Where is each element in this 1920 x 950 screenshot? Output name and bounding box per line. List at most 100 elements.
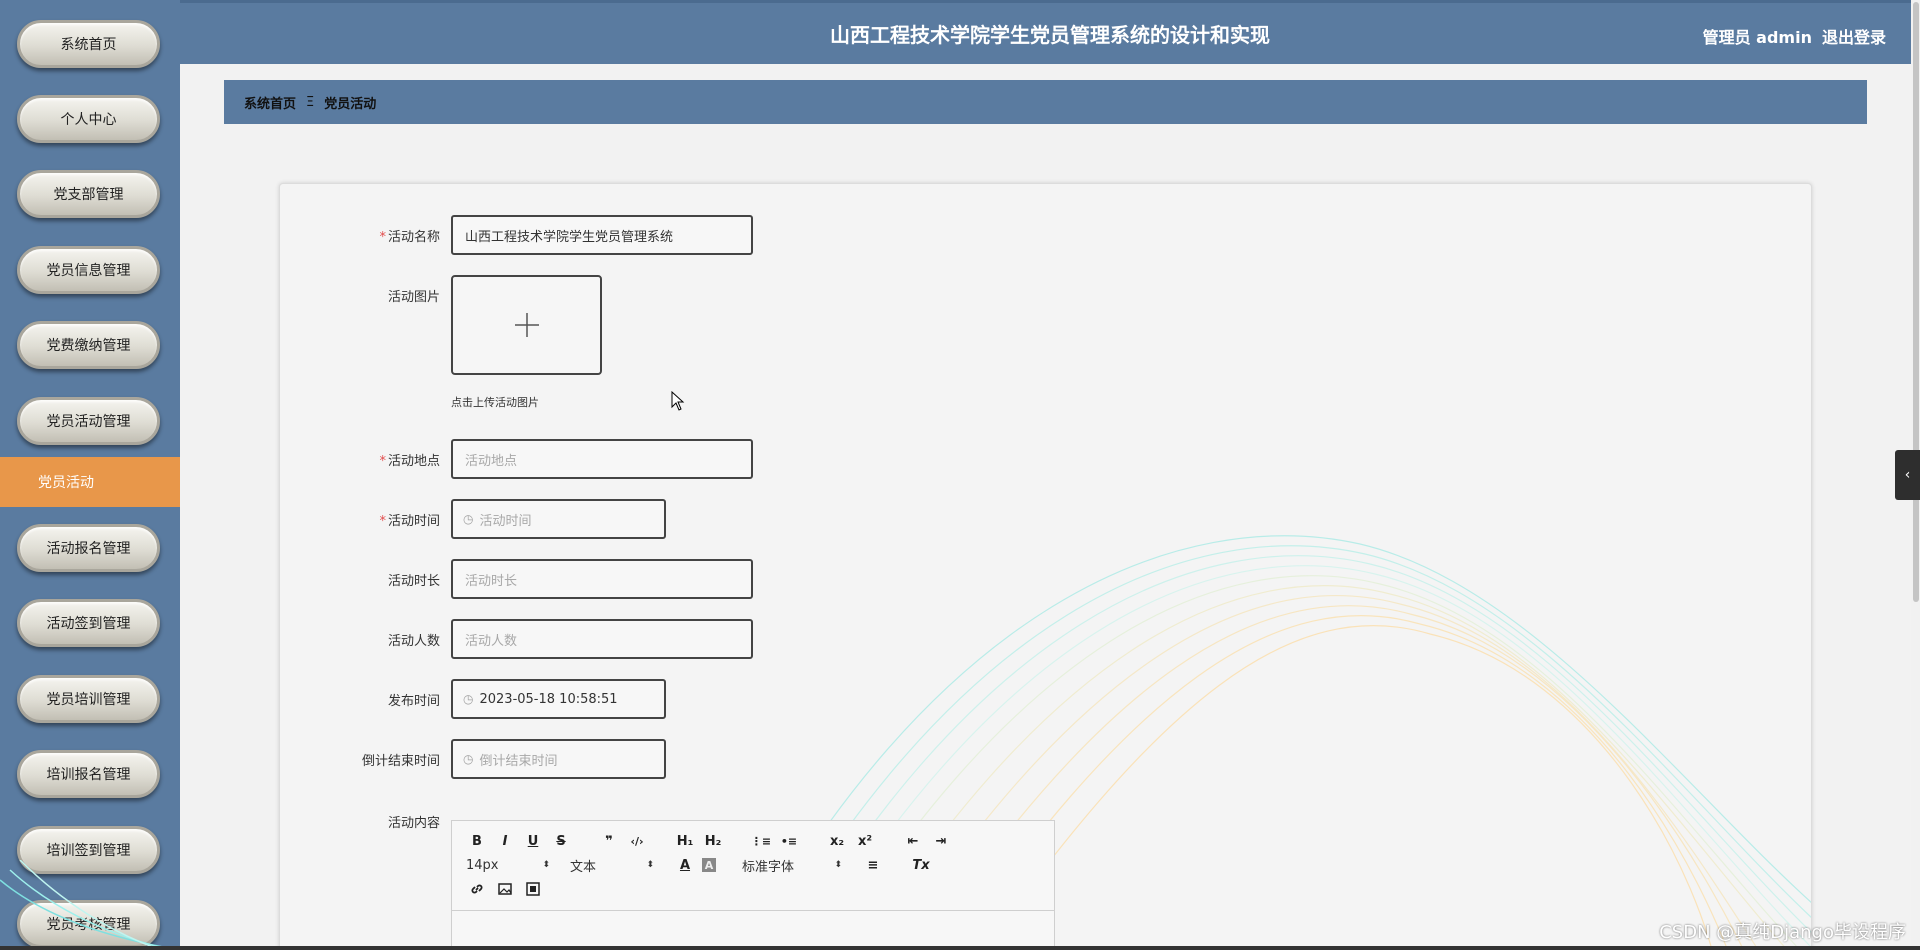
location-placeholder: 活动地点 — [465, 453, 518, 469]
strike-button[interactable]: S — [550, 830, 572, 852]
required-mark: * — [379, 454, 386, 469]
align-button[interactable]: ≡ — [862, 854, 884, 876]
logout-link[interactable]: 退出登录 — [1822, 24, 1886, 48]
sidebar-item-training-signup[interactable]: 培训报名管理 — [17, 750, 160, 798]
header2-button[interactable]: H₂ — [702, 830, 724, 852]
duration-input[interactable]: 活动时长 — [451, 559, 753, 599]
block-type-value: 文本 — [570, 859, 597, 875]
ordered-list-button[interactable]: ⋮≡ — [750, 830, 772, 852]
clock-icon: ◷ — [463, 752, 474, 766]
breadcrumb-separator: Ξ — [306, 94, 315, 110]
sidebar-item-label: 党支部管理 — [53, 187, 124, 203]
sidebar-item-label: 党员培训管理 — [46, 692, 131, 708]
font-size-select[interactable]: 14px ⬍ — [466, 858, 550, 873]
font-family-select[interactable]: 标准字体 ⬍ — [742, 856, 842, 875]
publish-time-value: 2023-05-18 10:58:51 — [479, 691, 618, 707]
breadcrumb-home[interactable]: 系统首页 — [244, 93, 296, 112]
user-info: 管理员 admin 退出登录 — [1703, 24, 1886, 48]
publish-time-picker[interactable]: ◷ 2023-05-18 10:58:51 — [451, 679, 666, 719]
countdown-end-picker[interactable]: ◷ 倒计结束时间 — [451, 739, 666, 779]
sidebar: 系统首页 个人中心 党支部管理 党员信息管理 党费缴纳管理 党员活动管理 党员活… — [0, 0, 180, 950]
sidebar-item-label: 个人中心 — [60, 112, 117, 128]
sidebar-item-member-info[interactable]: 党员信息管理 — [17, 246, 160, 294]
font-family-value: 标准字体 — [742, 859, 795, 875]
italic-button[interactable]: I — [494, 830, 516, 852]
block-type-select[interactable]: 文本 ⬍ — [570, 856, 654, 875]
bold-button[interactable]: B — [466, 830, 488, 852]
chevron-left-icon: ‹ — [1904, 467, 1911, 483]
subscript-button[interactable]: x₂ — [826, 830, 848, 852]
app-title: 山西工程技术学院学生党员管理系统的设计和实现 — [830, 23, 1270, 47]
header1-button[interactable]: H₁ — [674, 830, 696, 852]
count-input[interactable]: 活动人数 — [451, 619, 753, 659]
blockquote-button[interactable]: ❞ — [598, 830, 620, 852]
clock-icon: ◷ — [463, 692, 474, 706]
form-card: * 活动名称 山西工程技术学院学生党员管理系统 活动图片 点击上传活动图片 * 活动… — [279, 183, 1812, 950]
clear-format-button[interactable]: Tx — [910, 854, 932, 876]
count-label: 活动人数 — [387, 634, 440, 649]
background-color-button[interactable]: A — [702, 858, 716, 872]
sidebar-item-home[interactable]: 系统首页 — [17, 20, 160, 68]
sidebar-subitem-activity[interactable]: 党员活动 — [0, 457, 180, 507]
image-upload-box[interactable] — [451, 275, 602, 375]
scrollbar-thumb[interactable] — [1913, 2, 1919, 602]
wave-decoration — [0, 860, 180, 950]
sidebar-item-label: 党费缴纳管理 — [46, 338, 131, 354]
underline-button[interactable]: U — [522, 830, 544, 852]
content-label: 活动内容 — [387, 816, 440, 831]
countdown-end-placeholder: 倒计结束时间 — [479, 753, 558, 769]
indent-button[interactable]: ⇥ — [930, 830, 952, 852]
location-label: * 活动地点 — [280, 450, 440, 469]
sidebar-item-label: 系统首页 — [60, 37, 117, 53]
link-icon[interactable] — [466, 878, 488, 900]
sidebar-item-activity-signup[interactable]: 活动报名管理 — [17, 524, 160, 572]
video-icon[interactable] — [522, 878, 544, 900]
font-color-button[interactable]: A — [674, 854, 696, 876]
watermark: CSDN @真纯Django毕设程序 — [1659, 922, 1906, 943]
sidebar-item-label: 培训报名管理 — [46, 767, 131, 783]
sidebar-item-activity-mgmt[interactable]: 党员活动管理 — [17, 397, 160, 445]
name-label-text: 活动名称 — [387, 230, 440, 245]
sidebar-item-label: 活动签到管理 — [46, 616, 131, 632]
code-block-button[interactable]: ‹/› — [626, 830, 648, 852]
breadcrumb-current: 党员活动 — [324, 96, 377, 112]
image-upload-hint: 点击上传活动图片 — [451, 396, 539, 409]
user-label: 管理员 admin — [1702, 28, 1812, 47]
required-mark: * — [379, 230, 386, 245]
rich-text-editor: B I U S ❞ ‹/› H₁ H₂ ⋮≡ •≡ x₂ x² ⇤ ⇥ 14px… — [451, 820, 1055, 950]
clock-icon: ◷ — [463, 512, 474, 526]
duration-placeholder: 活动时长 — [465, 573, 518, 589]
header-top-edge — [180, 0, 1920, 3]
select-arrows-icon: ⬍ — [646, 860, 654, 870]
sidebar-item-label: 党员活动管理 — [46, 414, 131, 430]
sidebar-item-label: 党员信息管理 — [46, 263, 131, 279]
activity-name-value: 山西工程技术学院学生党员管理系统 — [465, 229, 674, 245]
collapse-panel-button[interactable]: ‹ — [1895, 450, 1920, 500]
image-icon[interactable] — [494, 878, 516, 900]
editor-toolbar: B I U S ❞ ‹/› H₁ H₂ ⋮≡ •≡ x₂ x² ⇤ ⇥ 14px… — [452, 821, 1054, 911]
count-placeholder: 活动人数 — [465, 633, 518, 649]
sidebar-item-label: 培训签到管理 — [46, 843, 131, 859]
countdown-end-label: 倒计结束时间 — [361, 754, 440, 769]
location-input[interactable]: 活动地点 — [451, 439, 753, 479]
activity-time-picker[interactable]: ◷ 活动时间 — [451, 499, 666, 539]
sidebar-item-dues[interactable]: 党费缴纳管理 — [17, 321, 160, 369]
select-arrows-icon: ⬍ — [834, 860, 842, 870]
required-mark: * — [379, 514, 386, 529]
superscript-button[interactable]: x² — [854, 830, 876, 852]
sidebar-item-personal-center[interactable]: 个人中心 — [17, 95, 160, 143]
bullet-list-button[interactable]: •≡ — [778, 830, 800, 852]
sidebar-item-label: 活动报名管理 — [46, 541, 131, 557]
duration-label: 活动时长 — [387, 574, 440, 589]
sidebar-item-training[interactable]: 党员培训管理 — [17, 675, 160, 723]
time-placeholder: 活动时间 — [479, 513, 532, 529]
sidebar-item-branch[interactable]: 党支部管理 — [17, 170, 160, 218]
activity-name-input[interactable]: 山西工程技术学院学生党员管理系统 — [451, 215, 753, 255]
top-header: 山西工程技术学院学生党员管理系统的设计和实现 管理员 admin 退出登录 — [180, 0, 1920, 64]
select-arrows-icon: ⬍ — [542, 860, 550, 870]
bottom-edge — [0, 946, 1920, 950]
outdent-button[interactable]: ⇤ — [902, 830, 924, 852]
mouse-cursor-icon — [671, 391, 685, 411]
breadcrumb: 系统首页 Ξ 党员活动 — [224, 80, 1867, 124]
sidebar-item-activity-checkin[interactable]: 活动签到管理 — [17, 599, 160, 647]
